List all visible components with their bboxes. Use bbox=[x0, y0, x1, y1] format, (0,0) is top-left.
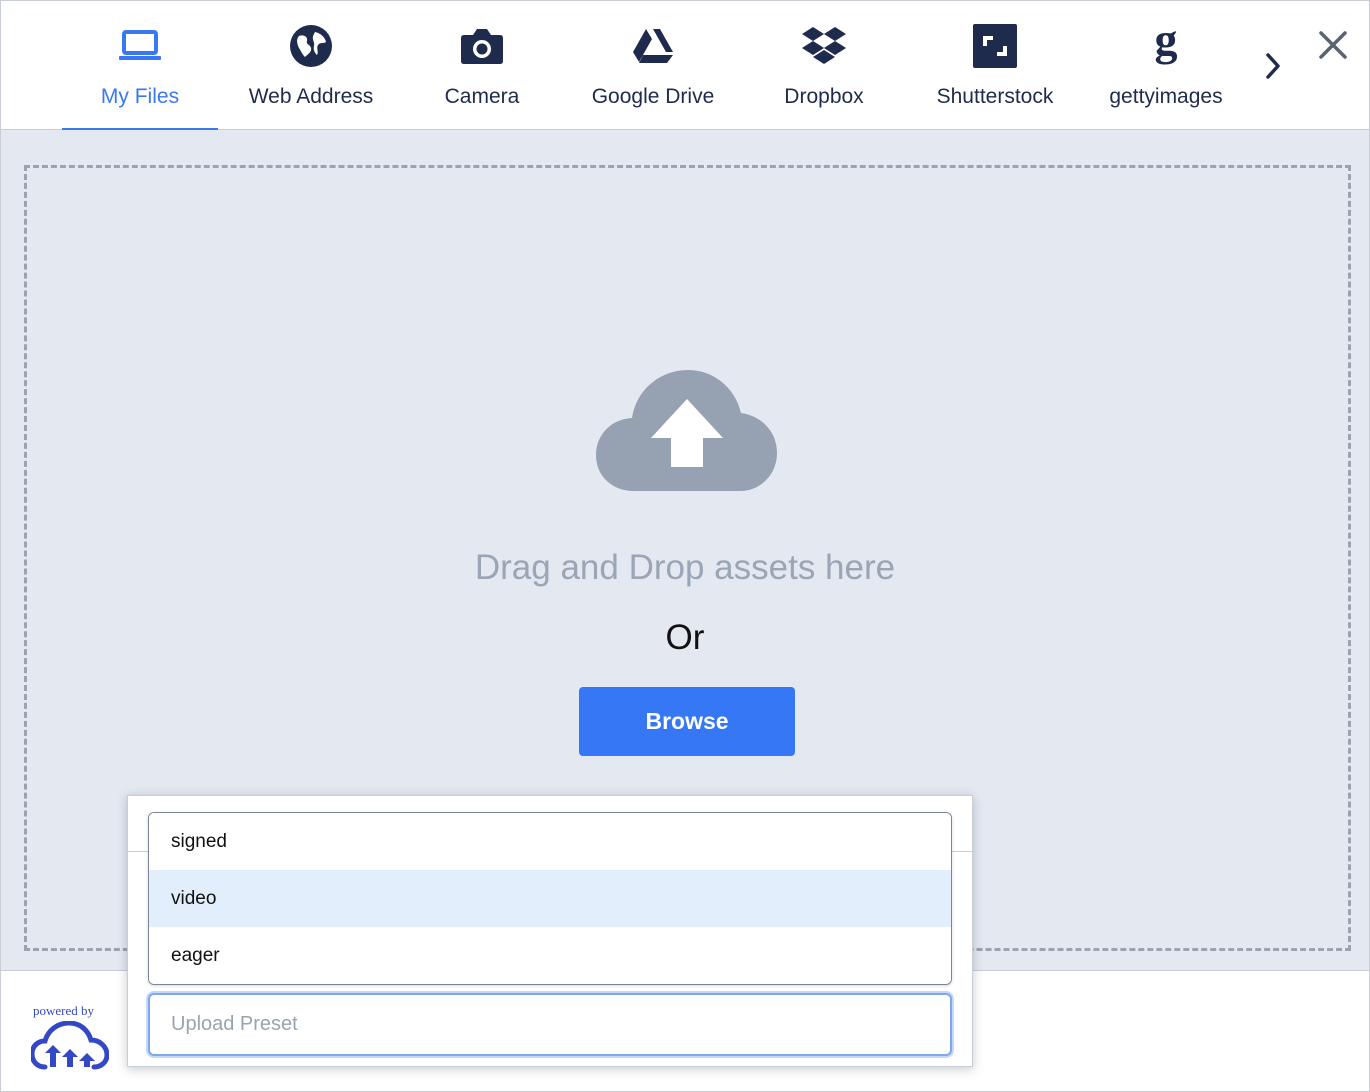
tab-label: Dropbox bbox=[784, 85, 864, 108]
or-separator: Or bbox=[665, 618, 705, 657]
svg-text:g: g bbox=[1155, 23, 1178, 65]
laptop-icon bbox=[115, 21, 165, 71]
dropbox-icon bbox=[799, 21, 849, 71]
cloud-upload-icon bbox=[596, 370, 778, 494]
browse-button[interactable]: Browse bbox=[579, 687, 795, 756]
upload-widget: My Files Web Address Camera Google Drive… bbox=[0, 0, 1370, 1092]
powered-by-text: powered by bbox=[33, 1003, 95, 1018]
tab-gettyimages[interactable]: g gettyimages bbox=[1088, 1, 1244, 130]
upload-preset-input[interactable] bbox=[148, 993, 952, 1056]
tab-label: My Files bbox=[100, 85, 180, 108]
tab-label: Google Drive bbox=[591, 85, 715, 108]
upload-preset-panel: signed video eager bbox=[127, 795, 973, 1067]
gettyimages-icon: g bbox=[1141, 21, 1191, 71]
tab-label: gettyimages bbox=[1109, 85, 1223, 108]
preset-option-eager[interactable]: eager bbox=[149, 927, 951, 984]
preset-dropdown-list: signed video eager bbox=[148, 812, 952, 985]
globe-icon bbox=[286, 21, 336, 71]
tab-label: Web Address bbox=[248, 85, 374, 108]
tab-web-address[interactable]: Web Address bbox=[233, 1, 389, 130]
tab-google-drive[interactable]: Google Drive bbox=[575, 1, 731, 130]
cloudinary-logo-icon[interactable] bbox=[29, 1020, 110, 1071]
shutterstock-icon bbox=[970, 21, 1020, 71]
close-icon[interactable] bbox=[1313, 25, 1353, 65]
chevron-right-icon[interactable] bbox=[1258, 49, 1288, 83]
camera-icon bbox=[457, 21, 507, 71]
tab-label: Camera bbox=[444, 85, 520, 108]
tab-dropbox[interactable]: Dropbox bbox=[746, 1, 902, 130]
google-drive-icon bbox=[628, 21, 678, 71]
preset-option-video[interactable]: video bbox=[149, 870, 951, 927]
tab-label: Shutterstock bbox=[936, 85, 1054, 108]
tab-my-files[interactable]: My Files bbox=[62, 1, 218, 131]
tab-camera[interactable]: Camera bbox=[404, 1, 560, 130]
tab-shutterstock[interactable]: Shutterstock bbox=[917, 1, 1073, 130]
source-tab-bar: My Files Web Address Camera Google Drive… bbox=[1, 1, 1369, 131]
preset-option-signed[interactable]: signed bbox=[149, 813, 951, 870]
drag-drop-hint: Drag and Drop assets here bbox=[474, 548, 896, 587]
